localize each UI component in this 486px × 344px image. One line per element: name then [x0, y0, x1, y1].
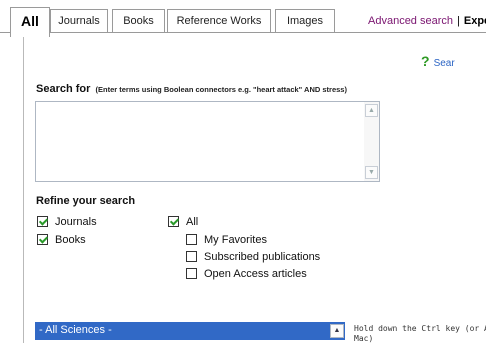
tab-label: Books: [123, 15, 154, 27]
subject-selected-option: - All Sciences -: [39, 324, 112, 336]
checkbox-checked-icon[interactable]: [37, 234, 48, 245]
tab-label: Reference Works: [176, 15, 262, 27]
tab-label: Images: [286, 15, 324, 27]
search-for-label: Search for (Enter terms using Boolean co…: [36, 83, 347, 95]
checkbox-all[interactable]: All: [168, 216, 198, 230]
scroll-down-arrow-icon[interactable]: ▼: [365, 166, 378, 179]
tab-label: Journals: [58, 15, 100, 27]
checkbox-my-favorites[interactable]: My Favorites: [186, 234, 267, 248]
checkbox-books[interactable]: Books: [37, 234, 86, 248]
tab-journals[interactable]: Journals: [50, 9, 108, 33]
search-hint: (Enter terms using Boolean connectors e.…: [95, 85, 347, 94]
subject-select[interactable]: - All Sciences -: [35, 322, 345, 340]
ctrl-key-hint: Hold down the Ctrl key (or App Mac): [354, 324, 486, 344]
checkbox-label: My Favorites: [204, 234, 267, 246]
link-separator: |: [457, 15, 460, 27]
search-textarea[interactable]: ▲ ▼: [35, 101, 380, 182]
checkbox-checked-icon[interactable]: [37, 216, 48, 227]
checkbox-label: All: [186, 216, 199, 228]
checkbox-unchecked-icon[interactable]: [186, 251, 197, 262]
expert-search-link[interactable]: Expe: [464, 15, 486, 27]
checkbox-subscribed-publications[interactable]: Subscribed publications: [186, 251, 320, 265]
advanced-search-link[interactable]: Advanced search: [368, 15, 453, 27]
checkbox-label: Subscribed publications: [204, 251, 321, 263]
checkbox-open-access-articles[interactable]: Open Access articles: [186, 268, 307, 282]
help-question-icon: ?: [421, 53, 430, 69]
tab-reference-works[interactable]: Reference Works: [167, 9, 271, 33]
ctrl-key-hint-line2: Mac): [354, 334, 374, 343]
checkbox-label: Books: [55, 234, 86, 246]
search-panel: [23, 33, 486, 343]
tab-books[interactable]: Books: [112, 9, 165, 33]
tab-all[interactable]: All: [10, 7, 50, 37]
checkbox-checked-icon[interactable]: [168, 216, 179, 227]
checkbox-journals[interactable]: Journals: [37, 216, 97, 230]
refine-title: Refine your search: [36, 195, 136, 207]
ctrl-key-hint-line1: Hold down the Ctrl key (or App: [354, 324, 486, 333]
search-for-title: Search for: [36, 83, 91, 95]
checkbox-label: Journals: [55, 216, 97, 228]
tab-label: All: [21, 13, 39, 29]
top-links: Advanced search | Expe: [368, 15, 486, 27]
checkbox-unchecked-icon[interactable]: [186, 268, 197, 279]
checkbox-unchecked-icon[interactable]: [186, 234, 197, 245]
scroll-up-arrow-icon[interactable]: ▲: [365, 104, 378, 117]
textarea-scrollbar[interactable]: ▲ ▼: [364, 102, 379, 181]
tab-images[interactable]: Images: [275, 9, 335, 33]
checkbox-label: Open Access articles: [204, 268, 307, 280]
select-scroll-up-icon[interactable]: ▲: [330, 324, 344, 338]
help-label: Sear: [433, 58, 455, 69]
help-link[interactable]: ? Sear: [421, 53, 455, 69]
